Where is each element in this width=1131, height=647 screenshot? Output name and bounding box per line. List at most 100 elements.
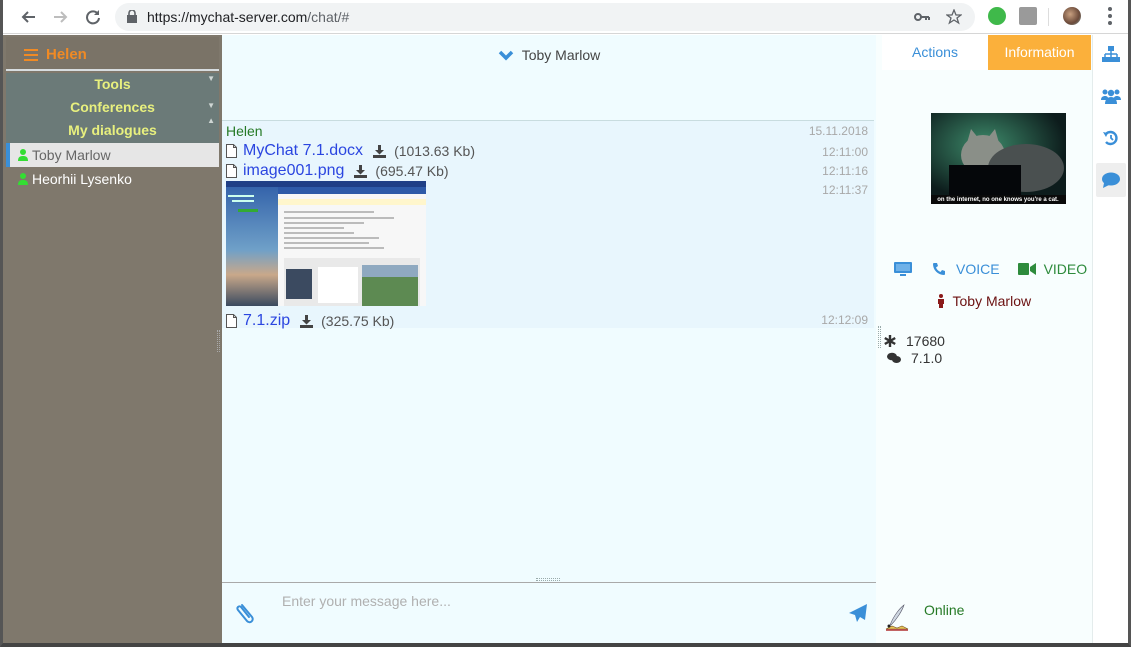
- lock-icon: [127, 10, 137, 23]
- avatar-caption: on the internet, no one knows you're a c…: [937, 197, 1059, 203]
- chat-title: Toby Marlow: [521, 47, 601, 63]
- tab-actions[interactable]: Actions: [882, 35, 988, 70]
- screenshot-preview-image: [226, 181, 426, 306]
- rail-users-button[interactable]: [1096, 79, 1126, 113]
- file-icon: [226, 314, 237, 328]
- video-call-button[interactable]: VIDEO: [1017, 261, 1088, 277]
- video-camera-icon: [1017, 263, 1036, 275]
- user-online-icon: [18, 149, 28, 161]
- key-icon[interactable]: [913, 9, 931, 25]
- asterisk-icon: [884, 335, 896, 347]
- download-icon[interactable]: [300, 314, 314, 328]
- message-author: Helen: [226, 123, 263, 139]
- chat-panel: Toby Marlow Helen 15.11.2018 MyChat 7.1.…: [222, 35, 876, 582]
- section-label: My dialogues: [68, 122, 157, 138]
- file-size: (325.75 Kb): [321, 313, 395, 329]
- message-time: 12:12:09: [821, 313, 868, 327]
- toolbar-divider: [1048, 8, 1049, 26]
- browser-menu-icon[interactable]: [1108, 7, 1112, 25]
- browser-toolbar: https://mychat-server.com/chat/#: [3, 0, 1128, 34]
- contact-heorhii-lysenko[interactable]: Heorhii Lysenko: [6, 167, 219, 191]
- file-size: (695.47 Kb): [375, 163, 449, 179]
- male-icon: [937, 294, 944, 308]
- rail-history-button[interactable]: [1096, 121, 1126, 155]
- chevron-down-icon[interactable]: [498, 49, 514, 61]
- reload-button[interactable]: [81, 5, 105, 29]
- right-rail: [1092, 35, 1128, 643]
- file-icon: [226, 164, 237, 178]
- download-icon[interactable]: [373, 144, 387, 158]
- forward-button[interactable]: [49, 5, 73, 29]
- sidebar-sections: Tools ▼ Conferences ▼ My dialogues ▲: [6, 73, 219, 143]
- rail-structure-button[interactable]: [1096, 37, 1126, 71]
- quill-book-icon: [885, 604, 909, 631]
- send-icon[interactable]: [848, 603, 868, 623]
- info-panel: Actions Information on the internet, no …: [876, 35, 1092, 643]
- star-icon[interactable]: [945, 9, 963, 25]
- contact-name: Toby Marlow: [32, 147, 111, 163]
- url-host: https://mychat-server.com: [147, 9, 308, 25]
- file-message: image001.png (695.47 Kb): [226, 161, 449, 181]
- chat-header[interactable]: Toby Marlow: [222, 35, 876, 75]
- file-size: (1013.63 Kb): [394, 143, 476, 159]
- contact-toby-marlow[interactable]: Toby Marlow: [6, 143, 219, 167]
- contact-info-name: Toby Marlow: [876, 293, 1092, 309]
- call-buttons: VOICE VIDEO: [894, 259, 1094, 279]
- screen-share-icon[interactable]: [894, 261, 912, 277]
- download-icon[interactable]: [354, 164, 368, 178]
- panel-resize-handle[interactable]: [878, 326, 881, 348]
- voice-call-button[interactable]: VOICE: [932, 261, 1000, 277]
- rail-chat-button[interactable]: [1096, 163, 1126, 197]
- uin-stat: 17680: [884, 333, 945, 349]
- section-label: Conferences: [70, 99, 155, 115]
- sidebar-resize-handle[interactable]: [217, 330, 220, 352]
- chat-icon: [1102, 172, 1120, 188]
- history-icon: [1103, 130, 1118, 146]
- current-user-name[interactable]: Helen: [46, 46, 87, 63]
- file-message: 7.1.zip (325.75 Kb): [226, 311, 394, 331]
- file-link[interactable]: 7.1.zip: [243, 312, 290, 330]
- voice-label: VOICE: [956, 261, 1000, 277]
- message-time: 12:11:16: [822, 164, 868, 178]
- version-stat: 7.1.0: [887, 350, 942, 366]
- contact-avatar[interactable]: on the internet, no one knows you're a c…: [931, 113, 1066, 204]
- section-tools[interactable]: Tools ▼: [6, 73, 219, 96]
- section-label: Tools: [94, 76, 131, 92]
- info-tabs: Actions Information: [876, 35, 1092, 70]
- extension-thumb-icon[interactable]: [988, 7, 1006, 25]
- structure-icon: [1102, 46, 1120, 62]
- message-time: 12:11:00: [822, 145, 868, 159]
- file-link[interactable]: MyChat 7.1.docx: [243, 142, 363, 160]
- profile-avatar[interactable]: [1063, 7, 1081, 25]
- paperclip-icon[interactable]: [234, 599, 260, 625]
- url-path: /chat/#: [307, 9, 350, 25]
- collapse-arrow-icon[interactable]: ▼: [207, 102, 215, 110]
- user-online-icon: [18, 173, 28, 185]
- expand-arrow-icon[interactable]: ▲: [207, 117, 215, 125]
- cat-avatar-image: on the internet, no one knows you're a c…: [931, 113, 1066, 204]
- tab-information[interactable]: Information: [988, 35, 1091, 70]
- section-conferences[interactable]: Conferences ▼: [6, 96, 219, 119]
- extension-touch-icon[interactable]: [1019, 7, 1037, 25]
- address-bar[interactable]: https://mychat-server.com/chat/#: [115, 3, 975, 31]
- collapse-arrow-icon[interactable]: ▼: [207, 75, 215, 83]
- contact-name: Heorhii Lysenko: [32, 171, 132, 187]
- file-link[interactable]: image001.png: [243, 162, 344, 180]
- message-composer: [222, 578, 876, 643]
- reload-icon: [86, 10, 100, 25]
- client-version-value: 7.1.0: [911, 350, 943, 366]
- message-input[interactable]: [282, 587, 842, 615]
- back-button[interactable]: [16, 5, 40, 29]
- section-my-dialogues[interactable]: My dialogues ▲: [6, 117, 219, 142]
- url-text: https://mychat-server.com/chat/#: [147, 9, 349, 25]
- video-label: VIDEO: [1043, 261, 1088, 277]
- file-icon: [226, 144, 237, 158]
- composer-resize-handle[interactable]: [536, 578, 560, 581]
- phone-icon: [933, 263, 945, 275]
- hamburger-menu-icon[interactable]: [24, 49, 38, 61]
- online-status: Online: [924, 602, 965, 618]
- image-thumbnail[interactable]: [226, 181, 426, 306]
- forward-arrow-icon: [54, 11, 68, 23]
- sidebar-header: Helen: [6, 37, 219, 71]
- contact-name-label: Toby Marlow: [952, 293, 1032, 309]
